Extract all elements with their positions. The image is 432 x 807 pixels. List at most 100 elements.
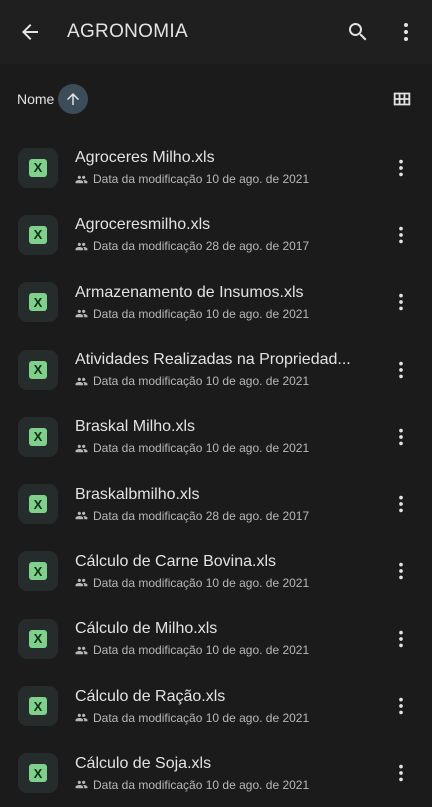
top-app-bar: AGRONOMIA: [0, 0, 432, 64]
file-text: Cálculo de Milho.xls Data da modificação…: [75, 620, 367, 657]
file-meta: Data da modificação 10 de ago. de 2021: [75, 643, 367, 657]
sort-bar: Nome: [0, 64, 432, 134]
file-meta: Data da modificação 28 de ago. de 2017: [75, 509, 367, 523]
file-modified-date: Data da modificação 28 de ago. de 2017: [93, 508, 310, 523]
more-options-button[interactable]: [382, 8, 430, 56]
people-icon: [75, 173, 88, 186]
grid-view-button[interactable]: [378, 75, 426, 123]
more-vert-icon: [399, 630, 403, 647]
file-more-button[interactable]: [377, 346, 425, 394]
file-text: Cálculo de Soja.xls Data da modificação …: [75, 755, 367, 792]
file-modified-date: Data da modificação 10 de ago. de 2021: [93, 306, 310, 321]
file-row[interactable]: X Agroceresmilho.xls Data da modificação…: [0, 201, 432, 268]
more-vert-icon: [399, 226, 403, 244]
spreadsheet-icon: X: [18, 416, 58, 457]
file-name: Agroceres Milho.xls: [75, 149, 215, 167]
file-more-button[interactable]: [377, 144, 425, 192]
file-meta: Data da modificação 28 de ago. de 2017: [75, 239, 367, 253]
file-row[interactable]: X Cálculo de Carne Bovina.xls Data da mo…: [0, 538, 432, 605]
file-meta: Data da modificação 10 de ago. de 2021: [75, 711, 367, 725]
spreadsheet-icon: X: [18, 618, 58, 659]
spreadsheet-icon: X: [18, 214, 58, 255]
spreadsheet-icon: X: [18, 484, 58, 525]
people-icon: [75, 442, 88, 455]
file-modified-date: Data da modificação 10 de ago. de 2021: [93, 441, 310, 456]
spreadsheet-icon: X: [18, 349, 58, 390]
file-row[interactable]: X Atividades Realizadas na Propriedad...…: [0, 336, 432, 403]
file-name: Cálculo de Ração.xls: [75, 687, 226, 705]
file-text: Agroceres Milho.xls Data da modificação …: [75, 149, 367, 186]
people-icon: [75, 711, 88, 724]
file-row[interactable]: X Braskal Milho.xls Data da modificação …: [0, 403, 432, 470]
file-text: Armazenamento de Insumos.xls Data da mod…: [75, 284, 367, 321]
file-text: Braskal Milho.xls Data da modificação 10…: [75, 418, 367, 455]
grid-view-icon: [393, 92, 411, 106]
file-modified-date: Data da modificação 10 de ago. de 2021: [93, 575, 310, 590]
people-icon: [75, 644, 88, 657]
file-row[interactable]: X Cálculo de Milho.xls Data da modificaç…: [0, 605, 432, 672]
file-text: Cálculo de Carne Bovina.xls Data da modi…: [75, 553, 367, 590]
file-meta: Data da modificação 10 de ago. de 2021: [75, 374, 367, 388]
more-vert-icon: [399, 159, 403, 176]
file-list: X Agroceres Milho.xls Data da modificaçã…: [0, 134, 432, 807]
file-name: Atividades Realizadas na Propriedad...: [75, 351, 351, 369]
sort-direction-button[interactable]: [58, 84, 89, 114]
file-more-button[interactable]: [377, 615, 425, 663]
arrow-up-icon: [67, 93, 80, 105]
page-title: AGRONOMIA: [67, 21, 188, 42]
file-modified-date: Data da modificação 10 de ago. de 2021: [93, 172, 310, 187]
spreadsheet-icon: X: [18, 753, 58, 794]
more-vert-icon: [399, 697, 403, 715]
file-type-letter: X: [29, 629, 47, 648]
more-vert-icon: [399, 293, 403, 311]
file-row[interactable]: X Agroceres Milho.xls Data da modificaçã…: [0, 134, 432, 201]
file-text: Braskalbmilho.xls Data da modificação 28…: [75, 486, 367, 523]
file-row[interactable]: X Armazenamento de Insumos.xls Data da m…: [0, 269, 432, 336]
file-more-button[interactable]: [377, 480, 425, 528]
back-button[interactable]: [6, 8, 54, 56]
sort-label[interactable]: Nome: [17, 91, 54, 107]
file-more-button[interactable]: [377, 413, 425, 461]
file-name: Braskalbmilho.xls: [75, 485, 200, 503]
people-icon: [75, 240, 88, 253]
file-type-letter: X: [29, 495, 47, 514]
arrow-back-icon: [22, 24, 38, 40]
file-type-letter: X: [29, 764, 47, 783]
file-more-button[interactable]: [377, 682, 425, 730]
file-name: Cálculo de Milho.xls: [75, 620, 218, 638]
file-row[interactable]: X Braskalbmilho.xls Data da modificação …: [0, 470, 432, 537]
people-icon: [75, 375, 88, 388]
file-more-button[interactable]: [377, 278, 425, 326]
file-meta: Data da modificação 10 de ago. de 2021: [75, 778, 367, 792]
file-type-letter: X: [29, 225, 47, 244]
file-type-letter: X: [29, 158, 47, 177]
file-row[interactable]: X Cálculo de Ração.xls Data da modificaç…: [0, 672, 432, 739]
people-icon: [75, 509, 88, 522]
file-type-letter: X: [29, 562, 47, 581]
file-name: Armazenamento de Insumos.xls: [75, 283, 304, 301]
file-type-letter: X: [29, 427, 47, 446]
file-meta: Data da modificação 10 de ago. de 2021: [75, 307, 367, 321]
file-type-letter: X: [29, 697, 47, 716]
file-meta: Data da modificação 10 de ago. de 2021: [75, 441, 367, 455]
file-modified-date: Data da modificação 10 de ago. de 2021: [93, 710, 310, 725]
file-more-button[interactable]: [377, 211, 425, 259]
file-name: Cálculo de Carne Bovina.xls: [75, 552, 276, 570]
file-meta: Data da modificação 10 de ago. de 2021: [75, 576, 367, 590]
spreadsheet-icon: X: [18, 686, 58, 727]
more-vert-icon: [399, 765, 403, 782]
file-type-letter: X: [29, 293, 47, 312]
file-meta: Data da modificação 10 de ago. de 2021: [75, 172, 367, 186]
file-name: Agroceresmilho.xls: [75, 216, 211, 234]
search-button[interactable]: [334, 8, 382, 56]
file-text: Cálculo de Ração.xls Data da modificação…: [75, 688, 367, 725]
people-icon: [75, 307, 88, 320]
file-modified-date: Data da modificação 28 de ago. de 2017: [93, 239, 310, 254]
file-row[interactable]: X Cálculo de Soja.xls Data da modificaçã…: [0, 740, 432, 807]
file-more-button[interactable]: [377, 547, 425, 595]
file-more-button[interactable]: [377, 749, 425, 797]
file-text: Agroceresmilho.xls Data da modificação 2…: [75, 216, 367, 253]
file-text: Atividades Realizadas na Propriedad... D…: [75, 351, 367, 388]
more-vert-icon: [399, 361, 403, 378]
more-vert-icon: [399, 563, 403, 580]
